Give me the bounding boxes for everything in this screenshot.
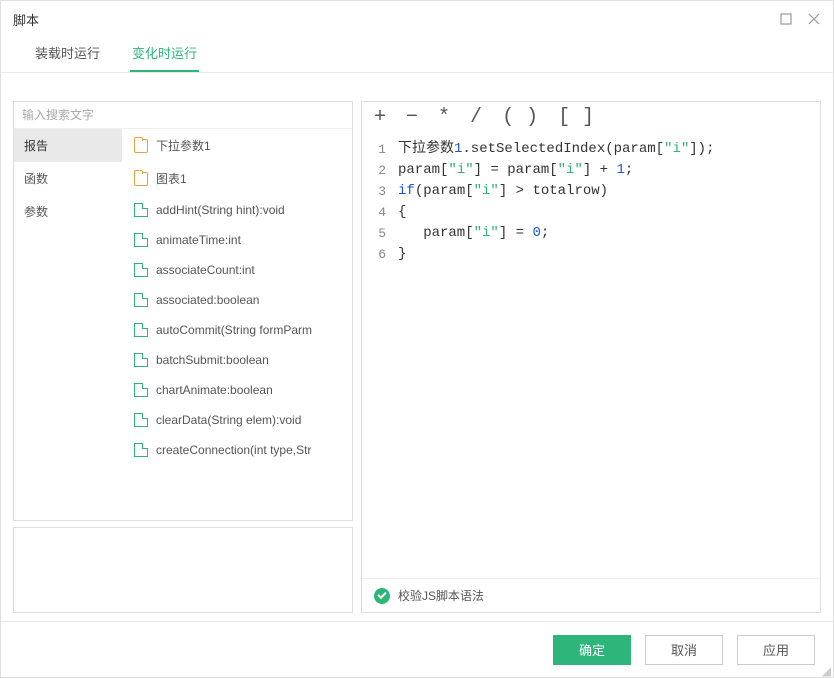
category-1[interactable]: 函数	[14, 162, 122, 195]
file-icon	[134, 353, 148, 367]
square-icon	[780, 13, 792, 25]
check-icon	[374, 588, 390, 604]
file-icon	[134, 263, 148, 277]
item-label: animateTime:int	[156, 233, 241, 247]
apply-button[interactable]: 应用	[737, 635, 815, 665]
code-line[interactable]: {	[398, 202, 816, 223]
folder-icon	[134, 139, 148, 153]
item-label: clearData(String elem):void	[156, 413, 301, 427]
operator-0[interactable]: +	[374, 106, 386, 129]
list-item[interactable]: associateCount:int	[122, 255, 352, 285]
item-label: chartAnimate:boolean	[156, 383, 273, 397]
tab-1[interactable]: 变化时运行	[130, 35, 199, 72]
line-number: 5	[362, 223, 386, 244]
script-dialog: 脚本 装载时运行变化时运行 报告函数参数 下拉参数1 图表1 addHint(Str…	[0, 0, 834, 678]
list-item[interactable]: animateTime:int	[122, 225, 352, 255]
code-line[interactable]: param["i"] = param["i"] + 1;	[398, 160, 816, 181]
item-label: createConnection(int type,Str	[156, 443, 311, 457]
content: 报告函数参数 下拉参数1 图表1 addHint(String hint):void…	[1, 73, 833, 621]
item-label: addHint(String hint):void	[156, 203, 285, 217]
operator-1[interactable]: −	[406, 106, 418, 129]
folder-icon	[134, 172, 148, 186]
reference-panel: 报告函数参数 下拉参数1 图表1 addHint(String hint):void…	[13, 101, 353, 521]
line-number: 4	[362, 202, 386, 223]
editor-panel: +−* / ( ) [ ] 123456 下拉参数1.setSelectedIndex…	[361, 101, 821, 613]
file-icon	[134, 323, 148, 337]
tabs: 装载时运行变化时运行	[1, 37, 833, 73]
description-panel	[13, 527, 353, 613]
search-wrap	[14, 102, 352, 129]
code-line[interactable]: param["i"] = 0;	[398, 223, 816, 244]
titlebar: 脚本	[1, 1, 833, 37]
list-item[interactable]: associated:boolean	[122, 285, 352, 315]
window-title: 脚本	[13, 10, 779, 29]
item-label: 图表1	[156, 170, 187, 187]
list-item[interactable]: batchSubmit:boolean	[122, 345, 352, 375]
category-list: 报告函数参数	[14, 129, 122, 520]
list-item[interactable]: addHint(String hint):void	[122, 195, 352, 225]
file-icon	[134, 413, 148, 427]
file-icon	[134, 293, 148, 307]
operator-5[interactable]: [ ]	[558, 106, 594, 129]
line-number: 6	[362, 244, 386, 265]
gutter: 123456	[362, 135, 394, 578]
item-label: associateCount:int	[156, 263, 255, 277]
footer: 确定 取消 应用	[1, 621, 833, 677]
code-line[interactable]: 下拉参数1.setSelectedIndex(param["i"]);	[398, 139, 816, 160]
operator-3[interactable]: /	[470, 106, 482, 129]
operator-2[interactable]: *	[438, 106, 450, 129]
list-item[interactable]: clearData(String elem):void	[122, 405, 352, 435]
validate-label: 校验JS脚本语法	[398, 587, 484, 604]
item-list[interactable]: 下拉参数1 图表1 addHint(String hint):void animate…	[122, 129, 352, 520]
file-icon	[134, 203, 148, 217]
code-editor[interactable]: 123456 下拉参数1.setSelectedIndex(param["i"]…	[362, 135, 820, 578]
item-label: batchSubmit:boolean	[156, 353, 269, 367]
close-icon	[808, 13, 820, 25]
left-column: 报告函数参数 下拉参数1 图表1 addHint(String hint):void…	[13, 101, 353, 613]
code-area[interactable]: 下拉参数1.setSelectedIndex(param["i"]);param…	[394, 135, 820, 578]
code-line[interactable]: if(param["i"] > totalrow)	[398, 181, 816, 202]
list-item[interactable]: autoCommit(String formParm	[122, 315, 352, 345]
category-0[interactable]: 报告	[14, 129, 122, 162]
item-label: 下拉参数1	[156, 137, 211, 154]
line-number: 3	[362, 181, 386, 202]
operator-bar: +−* / ( ) [ ]	[362, 102, 820, 135]
list-item[interactable]: 图表1	[122, 162, 352, 195]
item-label: associated:boolean	[156, 293, 259, 307]
two-pane: 报告函数参数 下拉参数1 图表1 addHint(String hint):void…	[14, 129, 352, 520]
list-item[interactable]: 下拉参数1	[122, 129, 352, 162]
window-controls	[779, 12, 821, 26]
operator-4[interactable]: ( )	[502, 106, 538, 129]
file-icon	[134, 383, 148, 397]
file-icon	[134, 443, 148, 457]
line-number: 2	[362, 160, 386, 181]
code-line[interactable]: }	[398, 244, 816, 265]
file-icon	[134, 233, 148, 247]
list-item[interactable]: createConnection(int type,Str	[122, 435, 352, 465]
cancel-button[interactable]: 取消	[645, 635, 723, 665]
ok-button[interactable]: 确定	[553, 635, 631, 665]
validate-bar[interactable]: 校验JS脚本语法	[362, 578, 820, 612]
maximize-button[interactable]	[779, 12, 793, 26]
list-item[interactable]: chartAnimate:boolean	[122, 375, 352, 405]
resize-handle[interactable]: ◢	[822, 667, 831, 675]
tab-0[interactable]: 装载时运行	[33, 35, 102, 72]
line-number: 1	[362, 139, 386, 160]
close-button[interactable]	[807, 12, 821, 26]
item-label: autoCommit(String formParm	[156, 323, 312, 337]
search-input[interactable]	[14, 102, 352, 128]
category-2[interactable]: 参数	[14, 195, 122, 228]
